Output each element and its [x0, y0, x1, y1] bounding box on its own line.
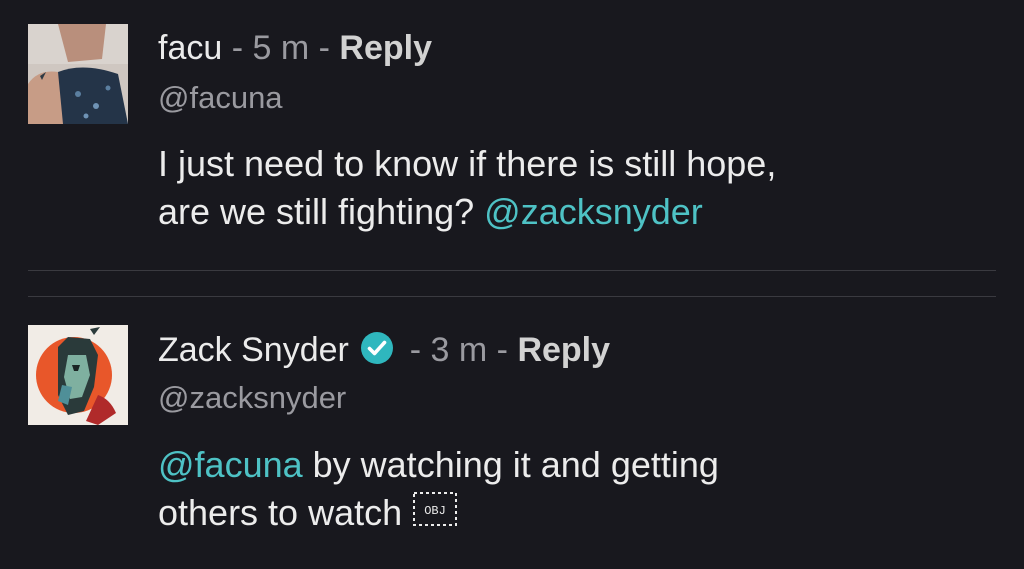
- reply-button[interactable]: Reply: [339, 29, 432, 67]
- comments-page: facu - 5 m - Reply @facuna I just need t…: [0, 0, 1024, 569]
- comment-zack-snyder: Zack Snyder - 3 m - Reply @zacksnyder @f…: [0, 297, 1024, 569]
- timestamp: 5 m: [252, 29, 310, 67]
- unrendered-glyph-icon: OBJ: [412, 491, 458, 527]
- comment-text-line: @facuna by watching it and getting: [158, 441, 998, 489]
- comment-text-line: others to watch OBJ: [158, 489, 998, 537]
- comment-text-segment: others to watch: [158, 492, 403, 533]
- comment-text-line: I just need to know if there is still ho…: [158, 143, 777, 184]
- comment-text: I just need to know if there is still ho…: [158, 140, 998, 236]
- avatar-zack-snyder[interactable]: [28, 325, 128, 425]
- comment-text-segment: by watching it and getting: [302, 444, 719, 485]
- author-handle[interactable]: @zacksnyder: [158, 380, 346, 416]
- mention-link[interactable]: @zacksnyder: [484, 191, 703, 232]
- separator: -: [309, 29, 340, 67]
- avatar-facu-image: [28, 24, 128, 124]
- avatar-zack-snyder-image: [28, 325, 128, 425]
- author-name[interactable]: facu: [158, 29, 222, 67]
- separator: -: [487, 331, 518, 369]
- verified-badge-icon: [360, 331, 394, 365]
- divider: [28, 270, 996, 271]
- mention-link[interactable]: @facuna: [158, 444, 303, 485]
- avatar-facu[interactable]: [28, 24, 128, 124]
- comment-text-segment: are we still fighting?: [158, 191, 485, 232]
- comment-meta: Zack Snyder - 3 m - Reply: [158, 330, 610, 370]
- author-name[interactable]: Zack Snyder: [158, 331, 349, 369]
- reply-button[interactable]: Reply: [517, 331, 610, 369]
- comment-text: @facuna by watching it and getting other…: [158, 441, 998, 537]
- comment-facu: facu - 5 m - Reply @facuna I just need t…: [0, 0, 1024, 270]
- timestamp: 3 m: [430, 331, 488, 369]
- separator: -: [400, 331, 431, 369]
- separator: -: [222, 29, 253, 67]
- author-handle[interactable]: @facuna: [158, 80, 283, 116]
- comment-text-line: are we still fighting? @zacksnyder: [158, 188, 998, 236]
- obj-glyph-text: OBJ: [424, 504, 446, 518]
- comment-meta: facu - 5 m - Reply: [158, 28, 432, 68]
